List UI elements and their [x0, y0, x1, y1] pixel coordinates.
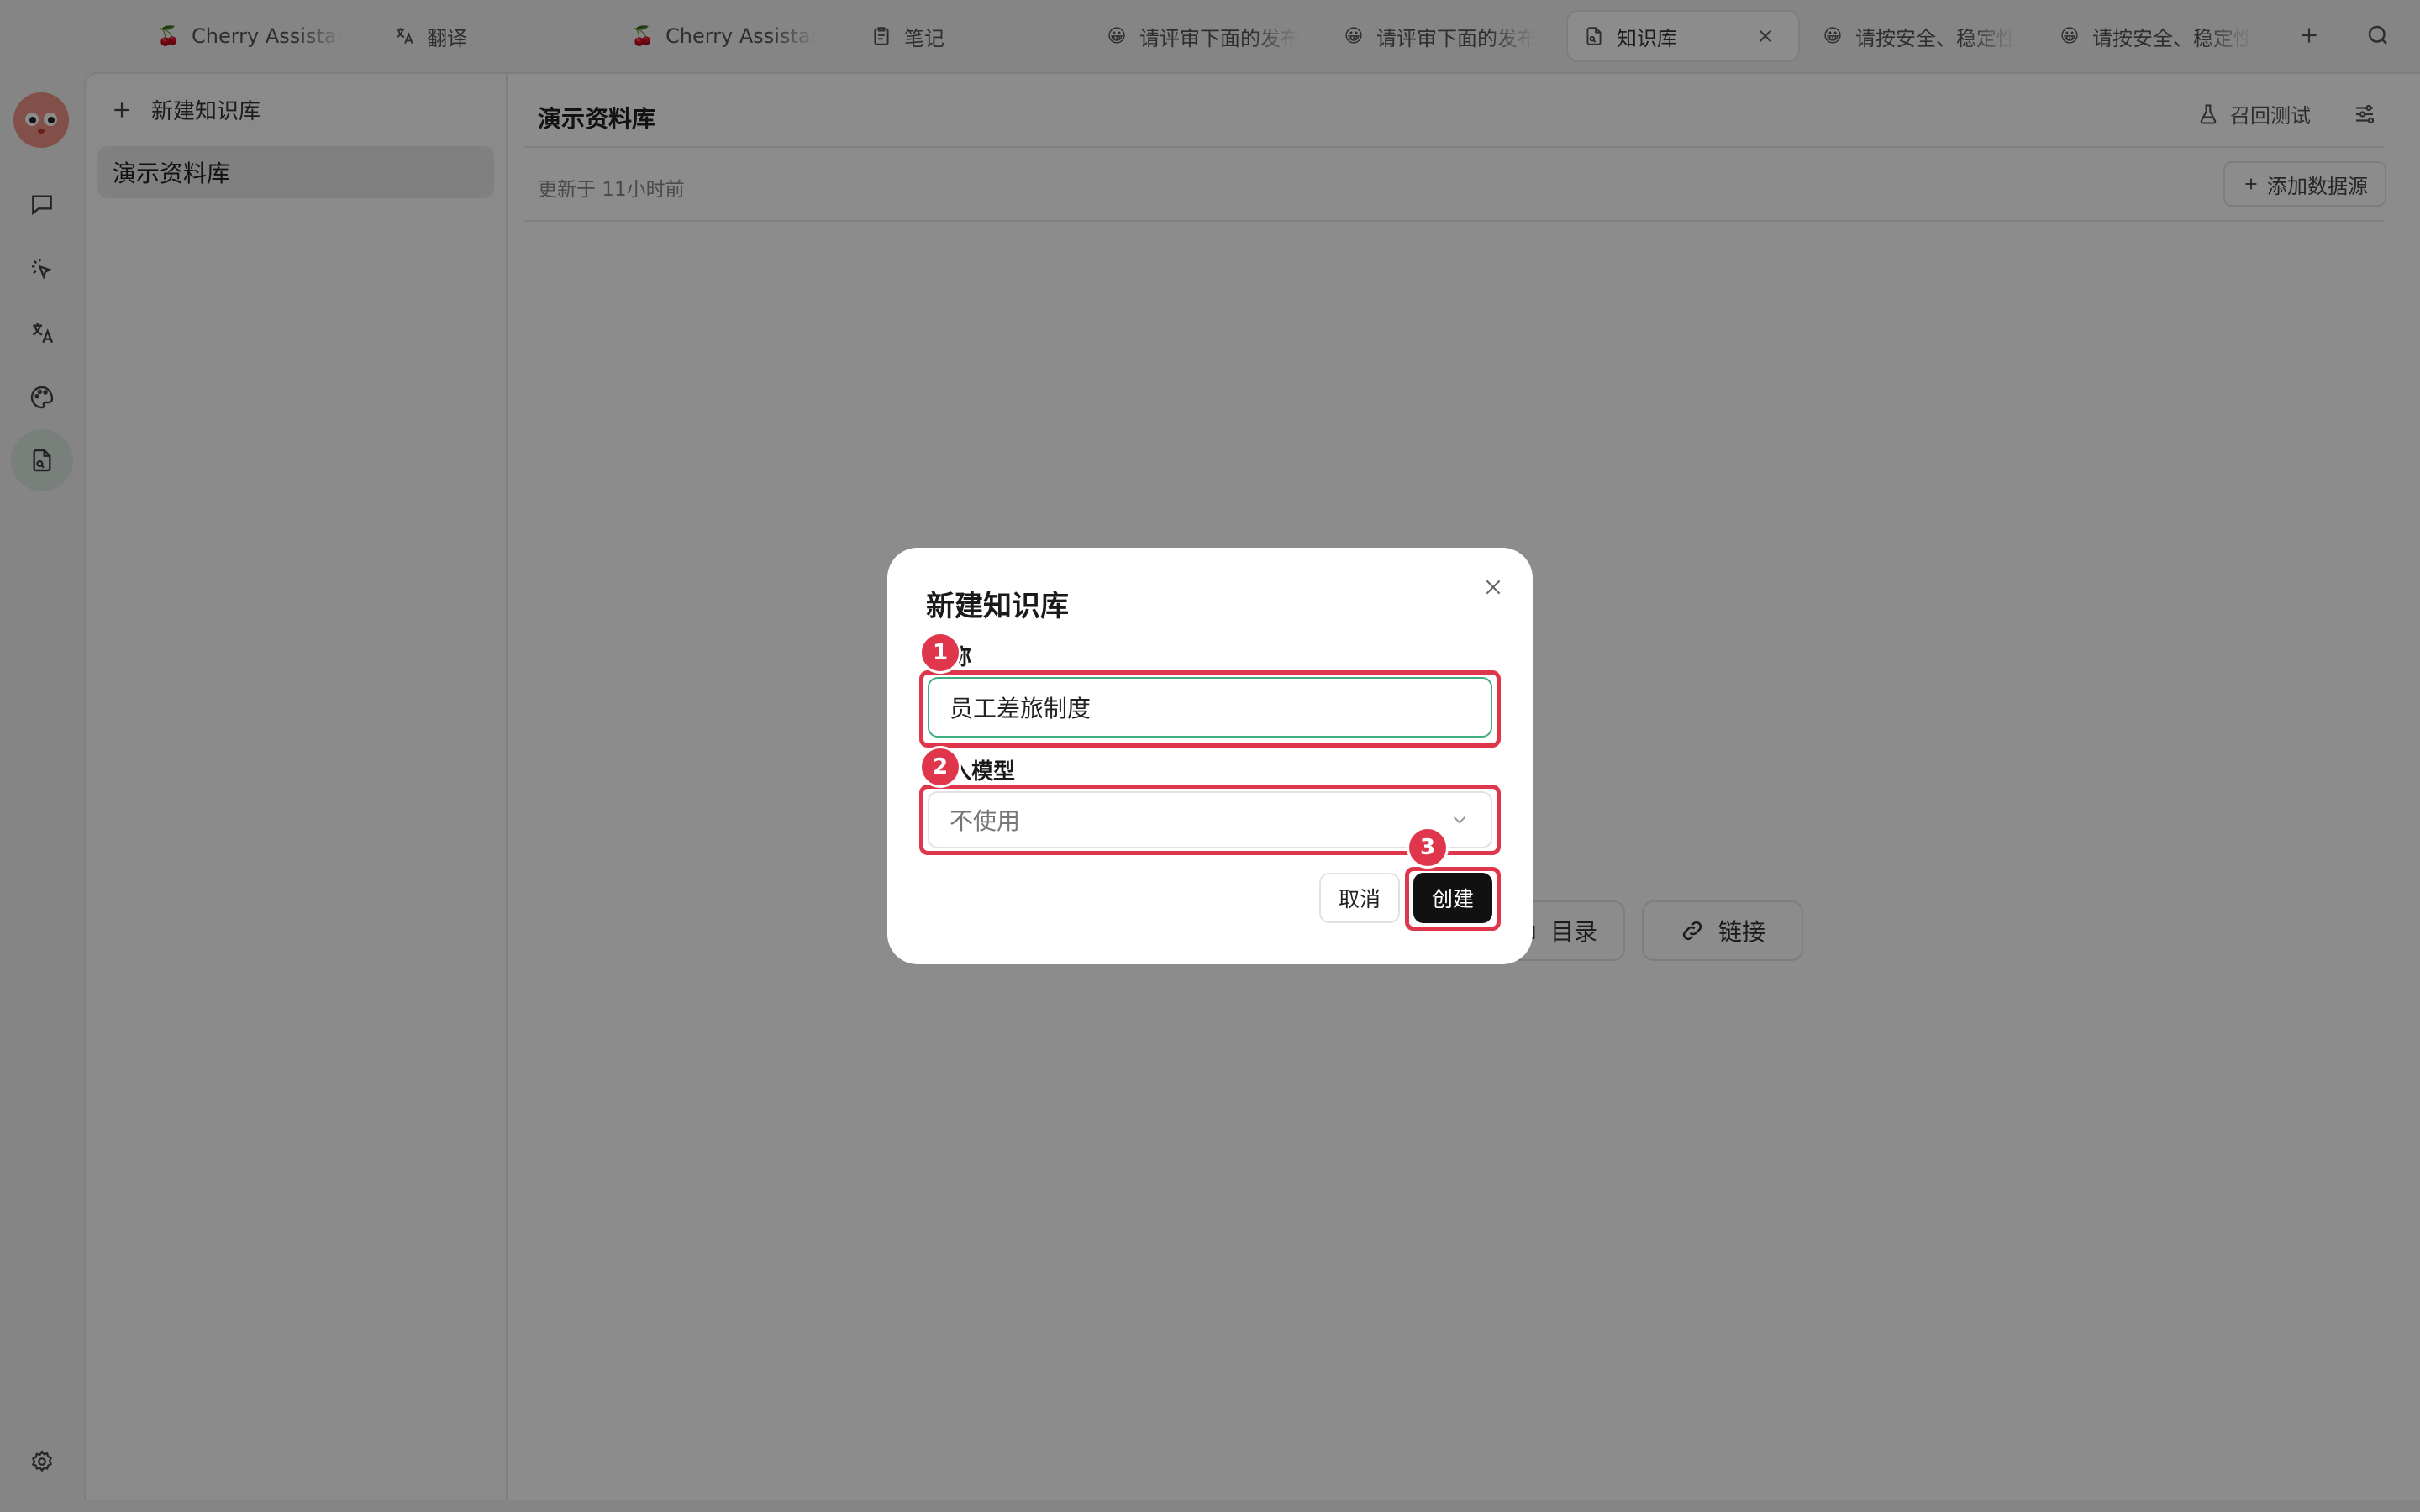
annotation-badge-2: 2 [919, 746, 961, 788]
annotation-badge-1: 1 [919, 632, 961, 674]
annotation-badge-3: 3 [1407, 827, 1449, 869]
dialog-title: 新建知识库 [926, 590, 1069, 623]
annotation-highlight-create [1405, 867, 1501, 931]
cancel-button[interactable]: 取消 [1319, 873, 1400, 923]
annotation-highlight-name [919, 670, 1501, 748]
close-icon[interactable] [1479, 573, 1507, 601]
